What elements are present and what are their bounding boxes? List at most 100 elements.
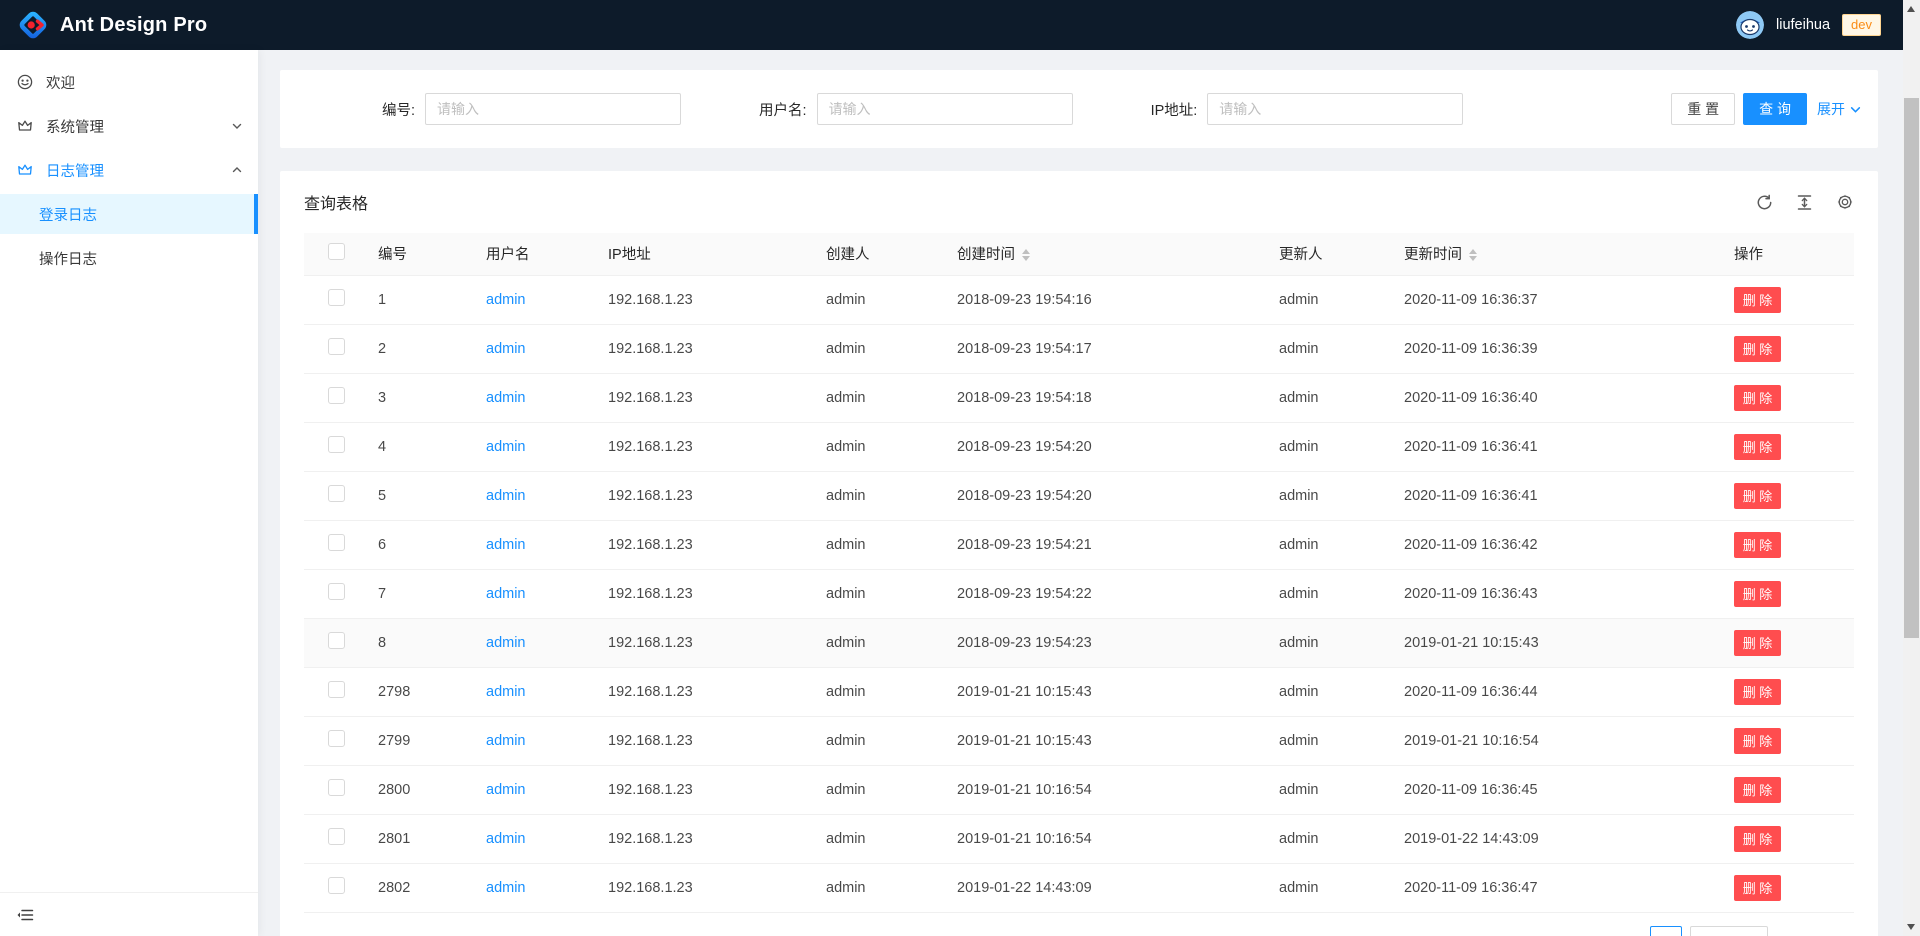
username-link[interactable]: admin: [486, 488, 526, 504]
page-size-select[interactable]: [1690, 926, 1768, 936]
row-checkbox[interactable]: [328, 779, 345, 796]
cell-creator: admin: [818, 275, 949, 324]
ip-field-label: IP地址:: [1151, 99, 1198, 120]
delete-button[interactable]: 删 除: [1734, 434, 1781, 460]
username-link[interactable]: admin: [486, 390, 526, 406]
cell-ip: 192.168.1.23: [600, 569, 818, 618]
username-link[interactable]: admin: [486, 635, 526, 651]
cell-updater: admin: [1271, 422, 1396, 471]
sidebar-item-system-management[interactable]: 系统管理: [0, 106, 258, 146]
cell-created-time: 2018-09-23 19:54:20: [949, 422, 1271, 471]
column-height-icon[interactable]: [1796, 194, 1813, 211]
app-title: Ant Design Pro: [60, 14, 207, 37]
cell-id: 6: [370, 520, 478, 569]
row-checkbox[interactable]: [328, 534, 345, 551]
form-group-id: 编号:: [382, 93, 681, 125]
cell-creator: admin: [818, 569, 949, 618]
cell-updated-time: 2019-01-22 14:43:09: [1396, 814, 1726, 863]
sidebar-item-operation-log[interactable]: 操作日志: [0, 238, 258, 278]
cell-creator: admin: [818, 863, 949, 912]
delete-button[interactable]: 删 除: [1734, 483, 1781, 509]
expand-toggle[interactable]: 展开: [1817, 99, 1861, 119]
cell-created-time: 2018-09-23 19:54:18: [949, 373, 1271, 422]
column-header-updated-time[interactable]: 更新时间: [1396, 233, 1726, 275]
expand-label: 展开: [1817, 99, 1845, 119]
delete-button[interactable]: 删 除: [1734, 728, 1781, 754]
delete-button[interactable]: 删 除: [1734, 875, 1781, 901]
delete-button[interactable]: 删 除: [1734, 777, 1781, 803]
row-checkbox[interactable]: [328, 436, 345, 453]
column-header-created-time[interactable]: 创建时间: [949, 233, 1271, 275]
username-field[interactable]: [817, 93, 1073, 125]
query-button[interactable]: 查 询: [1743, 93, 1807, 125]
cell-id: 2802: [370, 863, 478, 912]
cell-creator: admin: [818, 373, 949, 422]
delete-button[interactable]: 删 除: [1734, 679, 1781, 705]
cell-updated-time: 2020-11-09 16:36:45: [1396, 765, 1726, 814]
table-row: 7 admin 192.168.1.23 admin 2018-09-23 19…: [304, 569, 1854, 618]
cell-id: 5: [370, 471, 478, 520]
vertical-scrollbar[interactable]: [1903, 0, 1920, 936]
username-link[interactable]: admin: [486, 880, 526, 896]
cell-ip: 192.168.1.23: [600, 667, 818, 716]
username-link[interactable]: admin: [486, 782, 526, 798]
cell-created-time: 2018-09-23 19:54:22: [949, 569, 1271, 618]
sidebar-item-label: 日志管理: [46, 160, 104, 181]
row-checkbox[interactable]: [328, 338, 345, 355]
delete-button[interactable]: 删 除: [1734, 826, 1781, 852]
row-checkbox[interactable]: [328, 730, 345, 747]
scrollbar-down-arrow[interactable]: [1907, 924, 1915, 930]
delete-button[interactable]: 删 除: [1734, 385, 1781, 411]
menu-fold-icon[interactable]: [16, 906, 34, 924]
username-link[interactable]: admin: [486, 537, 526, 553]
reload-icon[interactable]: [1756, 194, 1773, 211]
page-1-button[interactable]: [1650, 926, 1682, 936]
delete-button[interactable]: 删 除: [1734, 287, 1781, 313]
sort-icon[interactable]: [1469, 249, 1477, 261]
row-checkbox[interactable]: [328, 289, 345, 306]
username-link[interactable]: admin: [486, 733, 526, 749]
username-link[interactable]: admin: [486, 684, 526, 700]
row-checkbox[interactable]: [328, 632, 345, 649]
cell-ip: 192.168.1.23: [600, 471, 818, 520]
delete-button[interactable]: 删 除: [1734, 581, 1781, 607]
sidebar-item-log-management[interactable]: 日志管理: [0, 150, 258, 190]
reset-button[interactable]: 重 置: [1671, 93, 1735, 125]
username-link[interactable]: admin: [486, 439, 526, 455]
row-checkbox[interactable]: [328, 828, 345, 845]
user-name[interactable]: liufeihua: [1776, 17, 1830, 33]
username-link[interactable]: admin: [486, 831, 526, 847]
settings-icon[interactable]: [1836, 193, 1854, 211]
id-field[interactable]: [425, 93, 681, 125]
sidebar-item-welcome[interactable]: 欢迎: [0, 62, 258, 102]
cell-updated-time: 2020-11-09 16:36:41: [1396, 471, 1726, 520]
delete-button[interactable]: 删 除: [1734, 336, 1781, 362]
row-checkbox[interactable]: [328, 681, 345, 698]
row-checkbox[interactable]: [328, 485, 345, 502]
username-link[interactable]: admin: [486, 292, 526, 308]
search-form-card: 编号: 用户名: IP地址: 重 置 查 询 展开: [280, 70, 1878, 148]
row-checkbox[interactable]: [328, 877, 345, 894]
table-row: 6 admin 192.168.1.23 admin 2018-09-23 19…: [304, 520, 1854, 569]
logo[interactable]: Ant Design Pro: [18, 10, 207, 40]
user-avatar[interactable]: [1736, 11, 1764, 39]
row-checkbox[interactable]: [328, 387, 345, 404]
select-all-checkbox[interactable]: [328, 243, 345, 260]
cell-id: 4: [370, 422, 478, 471]
table-row: 2800 admin 192.168.1.23 admin 2019-01-21…: [304, 765, 1854, 814]
delete-button[interactable]: 删 除: [1734, 630, 1781, 656]
sidebar-item-label: 登录日志: [39, 204, 97, 225]
ip-field[interactable]: [1207, 93, 1463, 125]
table-row: 2 admin 192.168.1.23 admin 2018-09-23 19…: [304, 324, 1854, 373]
sidebar: 欢迎 系统管理 日志管理 登录日志: [0, 50, 258, 936]
sidebar-item-login-log[interactable]: 登录日志: [0, 194, 258, 234]
cell-created-time: 2018-09-23 19:54:17: [949, 324, 1271, 373]
row-checkbox[interactable]: [328, 583, 345, 600]
scrollbar-up-arrow[interactable]: [1907, 6, 1915, 12]
username-link[interactable]: admin: [486, 341, 526, 357]
scrollbar-thumb[interactable]: [1904, 98, 1919, 638]
username-link[interactable]: admin: [486, 586, 526, 602]
sort-icon[interactable]: [1022, 249, 1030, 261]
cell-updated-time: 2020-11-09 16:36:39: [1396, 324, 1726, 373]
delete-button[interactable]: 删 除: [1734, 532, 1781, 558]
